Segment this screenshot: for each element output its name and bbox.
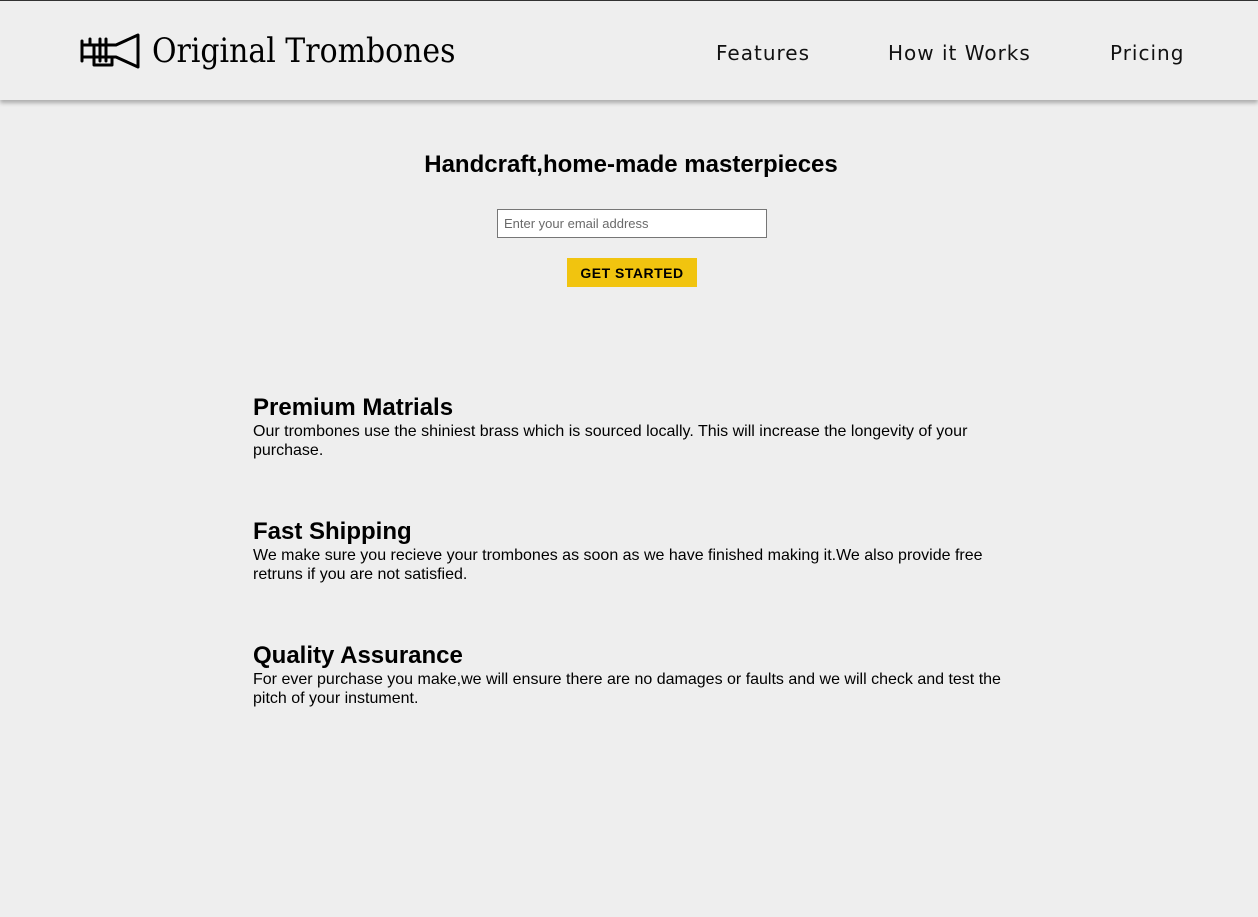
feature-title: Premium Matrials (253, 394, 454, 421)
get-started-button[interactable]: GET STARTED (567, 258, 697, 287)
feature-text: For ever purchase you make,we will ensur… (253, 671, 1001, 707)
feature-text: Our trombones use the shiniest brass whi… (253, 423, 968, 459)
nav-link-how-it-works[interactable]: How it Works (888, 39, 1031, 67)
email-input[interactable] (497, 209, 767, 238)
feature-title: Quality Assurance (253, 642, 463, 669)
feature-title: Fast Shipping (253, 518, 412, 545)
feature-quality-assurance: Quality Assurance For ever purchase you … (253, 642, 1013, 708)
nav-link-pricing[interactable]: Pricing (1110, 39, 1184, 67)
main-nav: Features How it Works Pricing (0, 39, 1258, 67)
feature-premium-materials: Premium Matrials Our trombones use the s… (253, 394, 1013, 460)
feature-text: We make sure you recieve your trombones … (253, 547, 983, 583)
feature-fast-shipping: Fast Shipping We make sure you recieve y… (253, 518, 1013, 584)
hero-title: Handcraft,home-made masterpieces (424, 151, 838, 178)
site-header: Original Trombones Features How it Works… (0, 1, 1258, 100)
nav-link-features[interactable]: Features (716, 39, 810, 67)
